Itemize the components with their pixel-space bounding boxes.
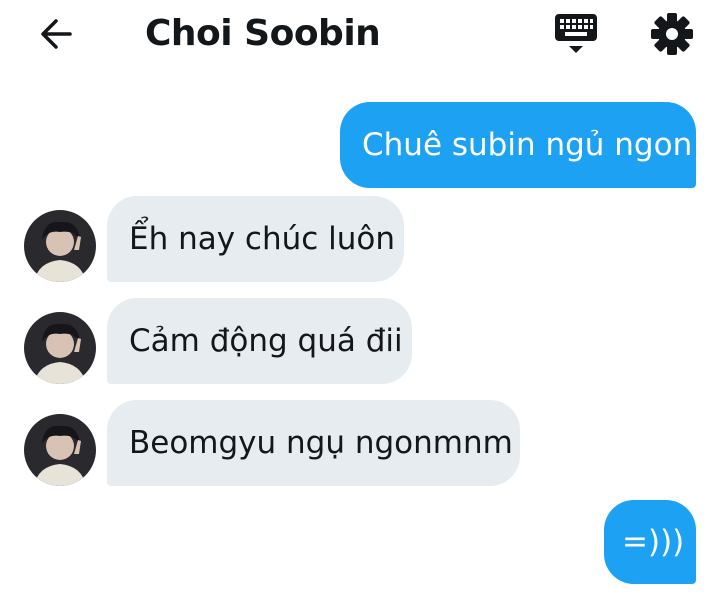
message-text: Ểh nay chúc luôn (129, 221, 396, 257)
incoming-message-bubble[interactable]: Beomgyu ngụ ngonmnm (107, 400, 520, 486)
contact-avatar[interactable] (24, 312, 96, 384)
contact-avatar[interactable] (24, 210, 96, 282)
gear-icon (651, 13, 693, 55)
arrow-left-icon (41, 19, 72, 49)
keyboard-button[interactable] (552, 10, 602, 58)
avatar-photo (24, 210, 96, 282)
outgoing-message-bubble[interactable]: Chuê subin ngủ ngon (340, 102, 696, 188)
chat-header: Choi Soobin (0, 0, 720, 70)
avatar-photo (24, 312, 96, 384)
message-text: Chuê subin ngủ ngon (362, 127, 693, 163)
contact-avatar[interactable] (24, 414, 96, 486)
settings-button[interactable] (646, 8, 698, 60)
message-text: Beomgyu ngụ ngonmnm (129, 425, 513, 461)
chat-title: Choi Soobin (145, 13, 381, 54)
incoming-message-bubble[interactable]: Cảm động quá đii (107, 298, 412, 384)
incoming-message-bubble[interactable]: Ểh nay chúc luôn (107, 196, 404, 282)
outgoing-message-bubble[interactable]: =))) (604, 500, 696, 584)
back-button[interactable] (34, 12, 78, 56)
message-text: Cảm động quá đii (129, 323, 403, 359)
message-text: =))) (622, 524, 685, 560)
keyboard-icon (555, 14, 597, 53)
avatar-photo (24, 414, 96, 486)
